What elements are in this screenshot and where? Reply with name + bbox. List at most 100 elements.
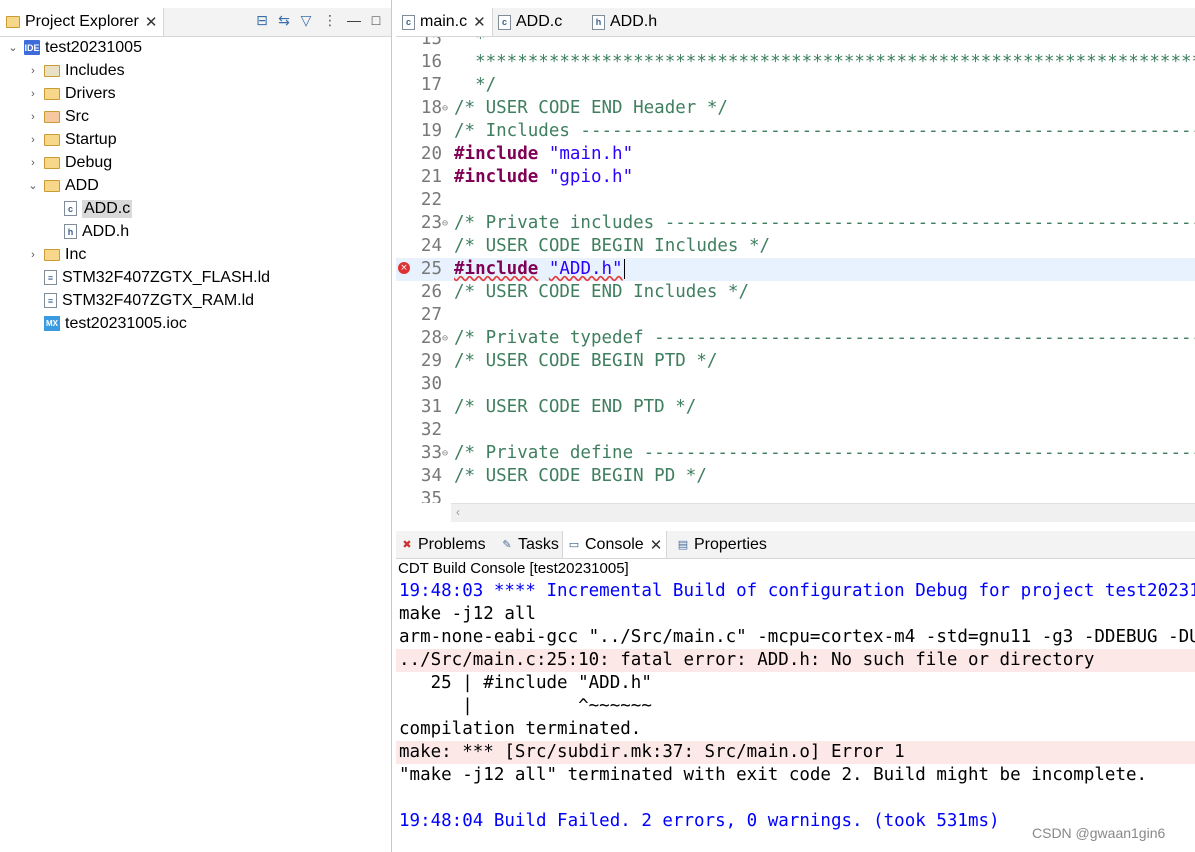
code-text: ****************************************… xyxy=(454,51,1195,74)
tree-item[interactable]: ⌄ IDE test20231005 xyxy=(0,36,391,59)
code-text: /* Private includes --------------------… xyxy=(454,212,1195,235)
code-token: ****************************************… xyxy=(475,52,1195,72)
code-line[interactable]: 30 xyxy=(396,373,1195,396)
code-line[interactable]: 31 /* USER CODE END PTD */ xyxy=(396,396,1195,419)
tree-item-label: Debug xyxy=(65,153,113,171)
code-line[interactable]: 35 xyxy=(396,488,1195,503)
tree-item[interactable]: ≡ STM32F407ZGTX_FLASH.ld xyxy=(0,266,391,289)
console-line: make -j12 all xyxy=(399,604,536,624)
line-number: 22 xyxy=(420,190,442,210)
close-icon[interactable]: ✕ xyxy=(473,13,486,31)
console-output[interactable]: 19:48:03 **** Incremental Build of confi… xyxy=(396,580,1195,852)
code-line[interactable]: 23 ⊖/* Private includes -----------------… xyxy=(396,212,1195,235)
code-line[interactable]: 32 xyxy=(396,419,1195,442)
tree-item[interactable]: › Drivers xyxy=(0,82,391,105)
code-line[interactable]: 17 */ xyxy=(396,74,1195,97)
minimize-icon[interactable]: — xyxy=(344,10,364,30)
code-text: #include "ADD.h" xyxy=(454,258,625,281)
collapse-all-icon[interactable]: ⊟ xyxy=(252,10,272,30)
tree-item[interactable]: › Includes xyxy=(0,59,391,82)
chevron-right-icon[interactable]: › xyxy=(26,134,40,146)
scroll-left-icon[interactable]: ‹ xyxy=(456,505,460,519)
tree-item[interactable]: MX test20231005.ioc xyxy=(0,312,391,335)
chevron-right-icon[interactable]: › xyxy=(26,65,40,77)
text-caret xyxy=(623,259,625,279)
tree-item[interactable]: c ADD.c xyxy=(0,197,391,220)
chevron-right-icon[interactable]: › xyxy=(26,88,40,100)
folder-icon xyxy=(44,87,60,100)
line-number: 29 xyxy=(420,351,442,371)
code-line[interactable]: 24 /* USER CODE BEGIN Includes */ xyxy=(396,235,1195,258)
line-number: 20 xyxy=(420,144,442,164)
tab-problems[interactable]: ✖ Problems xyxy=(396,531,490,558)
chevron-down-icon[interactable]: ⌄ xyxy=(6,41,20,54)
code-line[interactable]: 19 /* Includes --------------------------… xyxy=(396,120,1195,143)
close-icon[interactable]: ✕ xyxy=(650,536,663,554)
tree-item[interactable]: › Startup xyxy=(0,128,391,151)
code-line[interactable]: 26 /* USER CODE END Includes */ xyxy=(396,281,1195,304)
line-number: 17 xyxy=(420,75,442,95)
tree-item-label: Src xyxy=(65,107,89,125)
tab-console[interactable]: ▭ Console ✕ xyxy=(562,531,668,558)
tab-main-c[interactable]: c main.c ✕ xyxy=(396,8,493,36)
h-file-icon: h xyxy=(592,14,605,30)
view-menu-icon[interactable]: ⋮ xyxy=(320,10,340,30)
code-line[interactable]: 28 ⊖/* Private typedef ------------------… xyxy=(396,327,1195,350)
code-line[interactable]: 22 xyxy=(396,189,1195,212)
explorer-tabbar: Project Explorer ✕ ⊟ ⇆ ▽ ⋮ — □ xyxy=(0,8,391,37)
filter-icon[interactable]: ▽ xyxy=(296,10,316,30)
code-line[interactable]: 21 #include "gpio.h" xyxy=(396,166,1195,189)
close-icon[interactable]: ✕ xyxy=(145,13,158,31)
code-token: /* USER CODE BEGIN PD */ xyxy=(454,466,707,486)
link-with-editor-icon[interactable]: ⇆ xyxy=(274,10,294,30)
tree-item[interactable]: ⌄ ADD xyxy=(0,174,391,197)
tree-item[interactable]: › Debug xyxy=(0,151,391,174)
tab-tasks[interactable]: ✎ Tasks xyxy=(496,531,563,558)
source-folder-icon xyxy=(44,110,60,123)
fold-toggle-icon[interactable]: ⊖ xyxy=(442,442,452,465)
fold-toggle-icon[interactable]: ⊖ xyxy=(442,327,452,350)
tree-item[interactable]: h ADD.h xyxy=(0,220,391,243)
bottom-tab-label: Problems xyxy=(418,535,486,553)
problems-icon: ✖ xyxy=(402,539,412,551)
tab-properties[interactable]: ▤ Properties xyxy=(672,531,771,558)
fold-toggle-icon[interactable]: ⊖ xyxy=(442,97,452,120)
chevron-right-icon[interactable]: › xyxy=(26,249,40,261)
code-line[interactable]: 16 *************************************… xyxy=(396,51,1195,74)
code-line[interactable]: 33 ⊖/* Private define -------------------… xyxy=(396,442,1195,465)
code-line[interactable]: 29 /* USER CODE BEGIN PTD */ xyxy=(396,350,1195,373)
code-line[interactable]: 27 xyxy=(396,304,1195,327)
code-text: */ xyxy=(454,74,496,97)
maximize-icon[interactable]: □ xyxy=(366,10,386,30)
code-line[interactable]: × 25 #include "ADD.h" xyxy=(396,258,1195,281)
tab-project-explorer[interactable]: Project Explorer ✕ xyxy=(0,8,165,36)
tree-item-label: Startup xyxy=(65,130,117,148)
tasks-icon: ✎ xyxy=(502,539,512,551)
bottom-tab-label: Tasks xyxy=(518,535,559,553)
code-token: */ xyxy=(454,75,497,95)
tree-item[interactable]: › Src xyxy=(0,105,391,128)
fold-toggle-icon[interactable]: ⊖ xyxy=(442,212,452,235)
folder-icon xyxy=(44,248,60,261)
tree-item[interactable]: › Inc xyxy=(0,243,391,266)
line-number: 26 xyxy=(420,282,442,302)
code-token: "main.h" xyxy=(548,144,634,164)
tree-item-label: ADD.h xyxy=(82,222,130,240)
code-editor[interactable]: 15 * 16 *********************************… xyxy=(396,37,1195,503)
code-line[interactable]: 18 ⊖/* USER CODE END Header */ xyxy=(396,97,1195,120)
tab-ADD-h[interactable]: h ADD.h xyxy=(586,8,663,36)
tab-ADD-c[interactable]: c ADD.c xyxy=(492,8,568,36)
code-line[interactable]: 15 * xyxy=(396,37,1195,51)
chevron-down-icon[interactable]: ⌄ xyxy=(26,179,40,192)
line-number: 25 xyxy=(420,259,442,279)
chevron-right-icon[interactable]: › xyxy=(26,157,40,169)
code-token: /* USER CODE END Header */ xyxy=(454,98,728,118)
code-line[interactable]: 34 /* USER CODE BEGIN PD */ xyxy=(396,465,1195,488)
code-text: /* Private typedef ---------------------… xyxy=(454,327,1195,350)
code-line[interactable]: 20 #include "main.h" xyxy=(396,143,1195,166)
tree-item[interactable]: ≡ STM32F407ZGTX_RAM.ld xyxy=(0,289,391,312)
editor-horizontal-scrollbar[interactable]: ‹ xyxy=(451,503,1195,522)
code-text: * xyxy=(454,37,486,51)
tab-project-explorer-label: Project Explorer xyxy=(25,13,139,30)
chevron-right-icon[interactable]: › xyxy=(26,111,40,123)
